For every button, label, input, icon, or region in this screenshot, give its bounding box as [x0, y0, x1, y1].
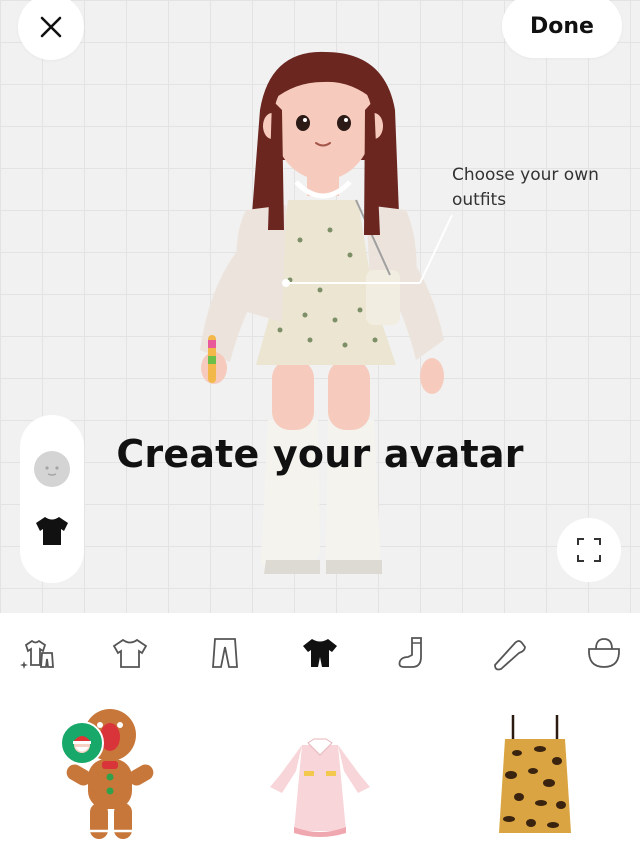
tab-socks[interactable]	[390, 631, 434, 675]
category-bar	[0, 613, 640, 693]
tshirt-icon[interactable]	[32, 511, 72, 551]
tab-dresses[interactable]	[298, 631, 342, 675]
tshirt-icon	[112, 638, 148, 668]
expand-icon	[577, 538, 601, 562]
sock-icon	[398, 637, 422, 668]
tab-bottoms[interactable]	[203, 631, 247, 675]
avatar-preview[interactable]	[160, 40, 490, 585]
avatar-stage: Done Choose your own outfits Create your…	[0, 0, 640, 613]
avatar-figure	[200, 51, 444, 574]
item-gingerbread-costume[interactable]	[20, 705, 200, 845]
leopard-dress-image	[499, 715, 571, 833]
pants-icon	[212, 638, 238, 668]
item-leopard-slip-dress[interactable]	[445, 705, 625, 845]
done-button[interactable]: Done	[502, 0, 622, 58]
tab-sets[interactable]	[16, 631, 60, 675]
item-grid	[0, 693, 640, 853]
face-icon[interactable]	[34, 451, 70, 487]
shoe-icon	[494, 640, 526, 671]
pink-dress-image	[270, 738, 370, 837]
side-panel	[20, 415, 84, 583]
fullscreen-button[interactable]	[557, 518, 621, 582]
close-button[interactable]	[18, 0, 84, 60]
callout-text: Choose your own outfits	[452, 165, 599, 210]
tab-tops[interactable]	[108, 631, 152, 675]
item-pink-collar-dress[interactable]	[230, 705, 410, 845]
bag-icon	[588, 638, 620, 668]
close-icon	[40, 16, 62, 38]
tab-shoes[interactable]	[487, 631, 531, 675]
gingerbread-image	[66, 709, 154, 839]
tab-bags[interactable]	[582, 631, 626, 675]
dress-icon	[303, 639, 337, 667]
headline: Create your avatar	[116, 432, 524, 476]
santa-badge-icon	[60, 721, 104, 765]
sparkle-outfit-icon	[20, 639, 54, 669]
